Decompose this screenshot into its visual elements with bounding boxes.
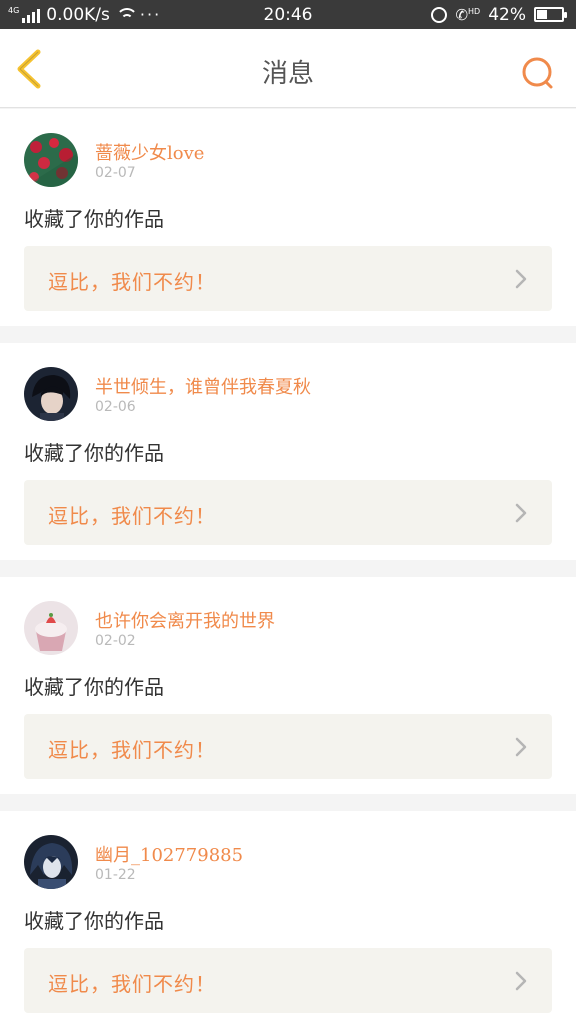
battery-icon [534,7,567,22]
message-date: 02-07 [95,165,136,181]
phone-hd-icon: ✆HD [455,5,481,24]
status-time: 20:46 [263,4,313,25]
chevron-right-icon [515,269,527,289]
network-speed: 0.00K/s [46,4,110,25]
username[interactable]: 蔷薇少女love [95,139,204,165]
message-date: 02-06 [95,399,136,415]
roses-avatar [24,133,78,187]
message-card: 半世倾生，谁曾伴我春夏秋 02-06 收藏了你的作品 逗比，我们不约！ [0,343,576,560]
wifi-icon [115,7,138,22]
battery-percent: 42% [488,4,526,25]
status-right: ✆HD 42% [356,5,576,25]
avatar[interactable] [24,601,78,655]
work-title: 逗比，我们不约！ [48,270,216,294]
nav-header: 消息 [0,29,576,108]
avatar[interactable] [24,133,78,187]
work-link[interactable]: 逗比，我们不约！ [24,246,552,311]
status-left: 4G 0.00K/s ··· [0,5,220,25]
work-title: 逗比，我们不约！ [48,972,216,996]
portrait-avatar [24,367,78,421]
message-list: 蔷薇少女love 02-07 收藏了你的作品 逗比，我们不约！ 半世倾生，谁曾伴… [0,109,576,1024]
action-text: 收藏了你的作品 [24,207,164,231]
battery-fill [537,10,548,19]
message-card: 蔷薇少女love 02-07 收藏了你的作品 逗比，我们不约！ [0,109,576,326]
chevron-right-icon [515,737,527,757]
action-text: 收藏了你的作品 [24,675,164,699]
search-button[interactable] [520,55,556,91]
username[interactable]: 半世倾生，谁曾伴我春夏秋 [95,373,311,399]
work-title: 逗比，我们不约！ [48,738,216,762]
signal-icon: 4G [8,5,41,23]
alarm-icon [431,6,448,23]
search-icon [522,57,553,89]
work-title: 逗比，我们不约！ [48,504,216,528]
work-link[interactable]: 逗比，我们不约！ [24,948,552,1013]
action-text: 收藏了你的作品 [24,909,164,933]
anime-avatar [24,835,78,889]
more-dots-icon: ··· [139,5,162,24]
username[interactable]: 也许你会离开我的世界 [95,607,275,633]
cupcake-avatar [24,601,78,655]
message-card: 也许你会离开我的世界 02-02 收藏了你的作品 逗比，我们不约！ [0,577,576,794]
chevron-right-icon [515,503,527,523]
message-date: 02-02 [95,633,136,649]
status-bar: 4G 0.00K/s ··· 20:46 ✆HD 42% [0,0,576,29]
action-text: 收藏了你的作品 [24,441,164,465]
network-type: 4G [8,5,20,15]
chevron-right-icon [515,971,527,991]
avatar[interactable] [24,367,78,421]
message-date: 01-22 [95,867,136,883]
work-link[interactable]: 逗比，我们不约！ [24,714,552,779]
message-card: 幽月_102779885 01-22 收藏了你的作品 逗比，我们不约！ [0,811,576,1024]
work-link[interactable]: 逗比，我们不约！ [24,480,552,545]
username[interactable]: 幽月_102779885 [95,841,243,867]
hd-label: HD [468,6,481,16]
page-title: 消息 [261,59,314,89]
avatar[interactable] [24,835,78,889]
